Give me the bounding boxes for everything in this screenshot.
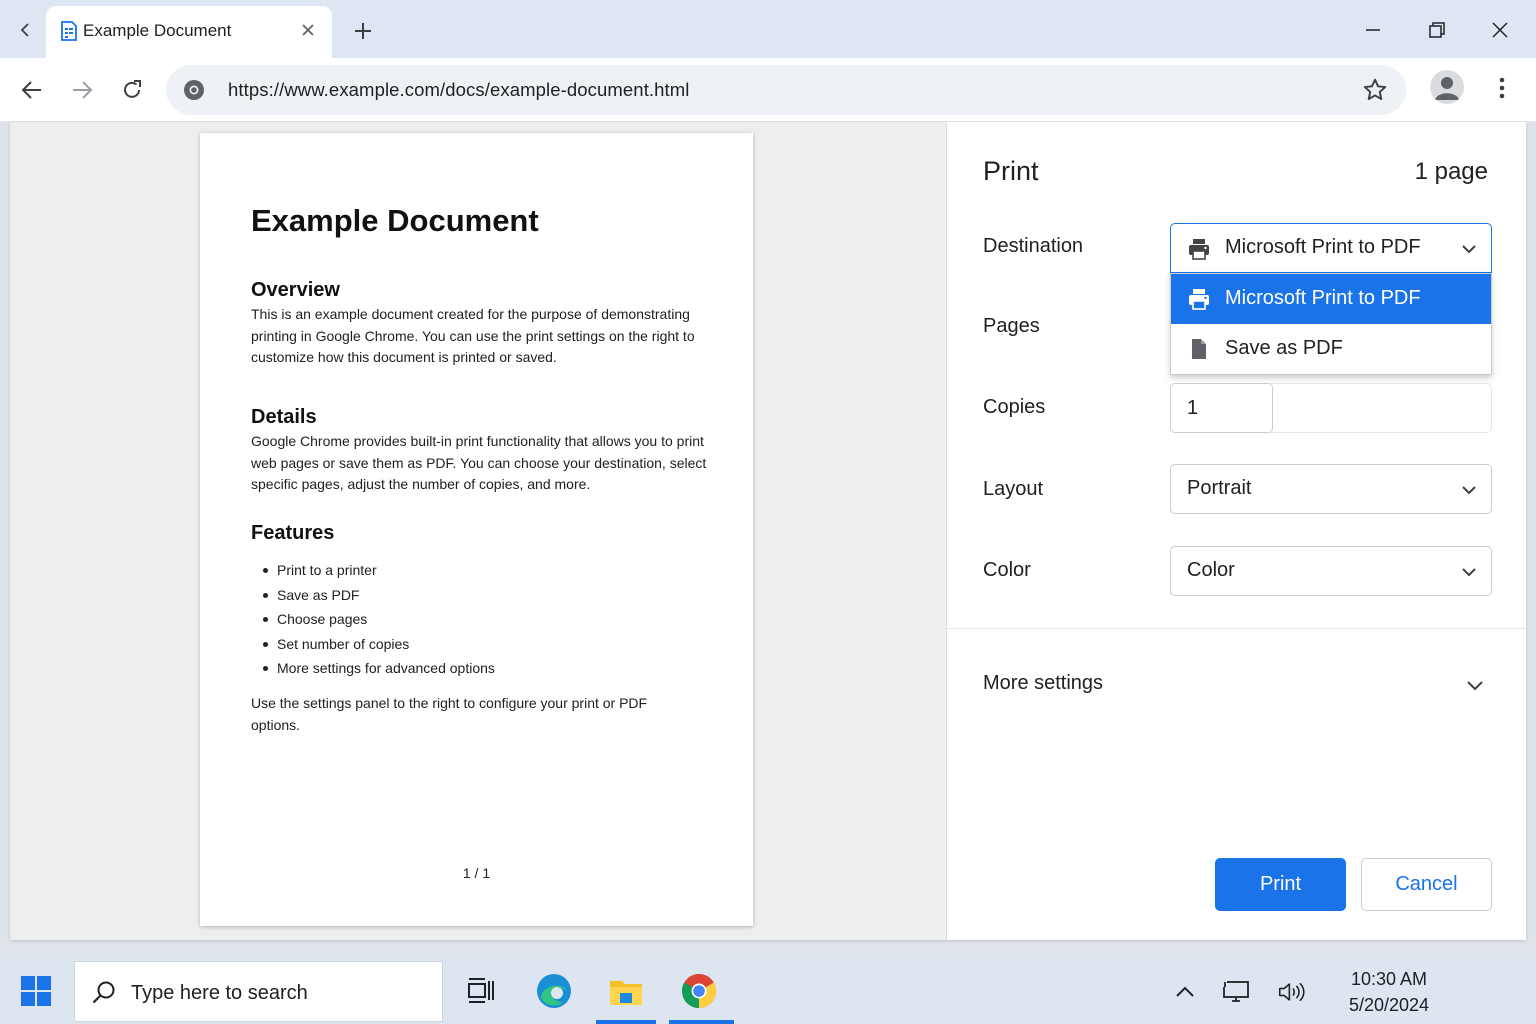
copies-label: Copies (983, 396, 1046, 418)
color-label: Color (983, 559, 1031, 581)
taskbar-search-box[interactable]: Type here to search (74, 961, 443, 1022)
print-button[interactable]: Print (1215, 858, 1346, 911)
section-heading-features: Features (251, 522, 335, 544)
chrome-browser-icon[interactable] (678, 970, 720, 1012)
pages-label: Pages (983, 315, 1040, 337)
profile-avatar-icon[interactable] (1430, 70, 1464, 104)
browser-toolbar: https://www.example.com/docs/example-doc… (0, 58, 1536, 122)
bookmark-star-icon[interactable] (1362, 77, 1388, 103)
panel-title: Print (983, 156, 1039, 186)
option-label: Microsoft Print to PDF (1225, 287, 1421, 309)
clock-time: 10:30 AM (1350, 969, 1428, 989)
chevron-down-icon (1462, 568, 1476, 577)
close-window-icon[interactable] (1486, 16, 1514, 44)
destination-value: Microsoft Print to PDF (1225, 236, 1421, 258)
chevron-down-icon (1462, 245, 1476, 254)
divider (947, 628, 1527, 629)
cancel-button[interactable]: Cancel (1361, 858, 1492, 911)
list-item: Print to a printer (251, 558, 711, 583)
preview-area[interactable]: Example Document Overview This is an exa… (10, 122, 945, 940)
document-icon (1192, 339, 1206, 359)
back-icon[interactable] (18, 76, 46, 104)
chevron-up-icon[interactable] (1171, 978, 1199, 1006)
tab-example-document[interactable]: Example Document (46, 6, 332, 58)
more-settings-toggle[interactable]: More settings (983, 672, 1103, 695)
address-bar[interactable]: https://www.example.com/docs/example-doc… (166, 65, 1406, 115)
system-clock[interactable]: 10:30 AM 5/20/2024 (1340, 966, 1438, 1018)
network-icon[interactable] (1222, 978, 1250, 1006)
layout-value: Portrait (1187, 477, 1252, 499)
destination-dropdown: Microsoft Print to PDF Save as PDF (1170, 273, 1492, 375)
edge-browser-icon[interactable] (533, 970, 575, 1012)
clock-date: 5/20/2024 (1348, 995, 1430, 1015)
title-bar: Example Document (0, 0, 1536, 58)
color-select[interactable]: Color (1170, 546, 1492, 596)
section-body-overview: This is an example document created for … (251, 306, 695, 366)
active-app-indicator (669, 1020, 734, 1024)
destination-option-microsoft-print-to-pdf[interactable]: Microsoft Print to PDF (1171, 274, 1491, 324)
site-info-icon[interactable] (182, 78, 206, 102)
document-favicon-icon (61, 21, 77, 41)
active-app-indicator (596, 1020, 656, 1024)
option-label: Save as PDF (1225, 337, 1343, 359)
url-text: https://www.example.com/docs/example-doc… (228, 79, 690, 100)
printer-icon (1189, 289, 1209, 310)
destination-label: Destination (983, 235, 1084, 257)
tab-title: Example Document (83, 21, 232, 40)
page-number: 1 / 1 (462, 865, 491, 881)
page-count: 1 page (1414, 158, 1488, 185)
printer-icon (1189, 239, 1209, 260)
chevron-down-icon (1462, 486, 1476, 495)
close-tab-icon[interactable] (298, 20, 318, 40)
list-item: Save as PDF (251, 583, 711, 608)
layout-label: Layout (983, 478, 1044, 500)
more-menu-icon[interactable] (1490, 74, 1514, 102)
windows-start-icon[interactable] (20, 975, 52, 1007)
print-preview-dialog: Example Document Overview This is an exa… (10, 122, 1527, 940)
task-view-icon[interactable] (460, 970, 502, 1012)
forward-icon[interactable] (68, 76, 96, 104)
copies-row: 1 (1170, 383, 1492, 433)
color-value: Color (1187, 559, 1235, 581)
copies-input[interactable]: 1 (1170, 383, 1273, 433)
copies-value: 1 (1187, 397, 1199, 419)
layout-select[interactable]: Portrait (1170, 464, 1492, 514)
tab-search-icon[interactable] (14, 18, 38, 42)
destination-option-save-as-pdf[interactable]: Save as PDF (1171, 324, 1491, 374)
minimize-icon[interactable] (1359, 16, 1387, 44)
document-title: Example Document (251, 203, 539, 238)
file-explorer-icon[interactable] (605, 970, 647, 1012)
features-list: Print to a printer Save as PDF Choose pa… (251, 558, 711, 681)
search-placeholder: Type here to search (131, 982, 308, 1004)
chevron-down-icon[interactable] (1464, 674, 1486, 696)
preview-page: Example Document Overview This is an exa… (200, 133, 753, 926)
list-item: Choose pages (251, 607, 711, 632)
closing-paragraph: Use the settings panel to the right to c… (251, 695, 648, 733)
list-item: More settings for advanced options (251, 656, 711, 681)
volume-icon[interactable] (1278, 978, 1306, 1006)
list-item: Set number of copies (251, 632, 711, 657)
section-heading-details: Details (251, 406, 317, 428)
search-icon (92, 981, 115, 1004)
section-heading-overview: Overview (251, 279, 340, 301)
print-settings-panel: Print 1 page Destination Pages Copies La… (946, 122, 1527, 940)
reload-icon[interactable] (118, 76, 146, 104)
new-tab-icon[interactable] (350, 18, 376, 44)
restore-icon[interactable] (1423, 16, 1451, 44)
destination-select[interactable]: Microsoft Print to PDF (1170, 223, 1492, 273)
section-body-details: Google Chrome provides built-in print fu… (251, 433, 707, 493)
taskbar: Type here to search 10:30 AM 5/20/2024 (0, 958, 1536, 1024)
